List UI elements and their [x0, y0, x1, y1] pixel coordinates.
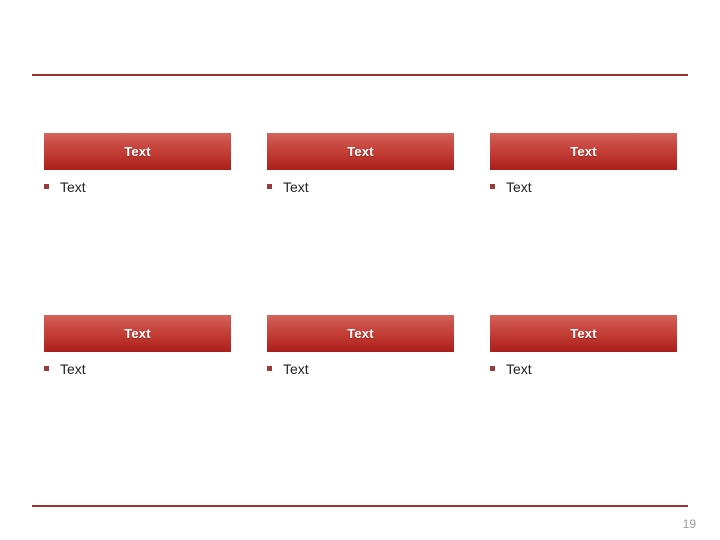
content-block: Text Text: [490, 133, 677, 195]
square-bullet-icon: [44, 184, 49, 189]
bullet-item-label: Text: [283, 179, 309, 195]
square-bullet-icon: [267, 184, 272, 189]
section-header-box[interactable]: Text: [267, 315, 454, 352]
section-header-box[interactable]: Text: [44, 133, 231, 170]
section-header-box[interactable]: Text: [267, 133, 454, 170]
section-header-label: Text: [347, 144, 374, 159]
section-header-box[interactable]: Text: [490, 315, 677, 352]
section-header-label: Text: [124, 326, 151, 341]
bullet-item-label: Text: [60, 361, 86, 377]
slide-canvas: Text Text Text Text Text Text Text Text …: [0, 0, 720, 540]
content-area: Text Text Text Text Text Text Text Text …: [0, 0, 720, 540]
bullet-item-label: Text: [506, 179, 532, 195]
section-header-label: Text: [124, 144, 151, 159]
square-bullet-icon: [44, 366, 49, 371]
bullet-list-item: Text: [490, 361, 677, 377]
section-header-label: Text: [570, 326, 597, 341]
section-header-label: Text: [570, 144, 597, 159]
page-number: 19: [682, 517, 696, 531]
square-bullet-icon: [490, 366, 495, 371]
bullet-list-item: Text: [44, 361, 231, 377]
square-bullet-icon: [490, 184, 495, 189]
bullet-list-item: Text: [44, 179, 231, 195]
bullet-list-item: Text: [267, 179, 454, 195]
bullet-item-label: Text: [60, 179, 86, 195]
content-block: Text Text: [44, 315, 231, 377]
bullet-item-label: Text: [506, 361, 532, 377]
content-block: Text Text: [490, 315, 677, 377]
content-block: Text Text: [267, 133, 454, 195]
section-header-label: Text: [347, 326, 374, 341]
content-block: Text Text: [44, 133, 231, 195]
square-bullet-icon: [267, 366, 272, 371]
section-header-box[interactable]: Text: [44, 315, 231, 352]
section-header-box[interactable]: Text: [490, 133, 677, 170]
bullet-list-item: Text: [490, 179, 677, 195]
content-block: Text Text: [267, 315, 454, 377]
bullet-list-item: Text: [267, 361, 454, 377]
bullet-item-label: Text: [283, 361, 309, 377]
bottom-divider: [32, 505, 688, 507]
